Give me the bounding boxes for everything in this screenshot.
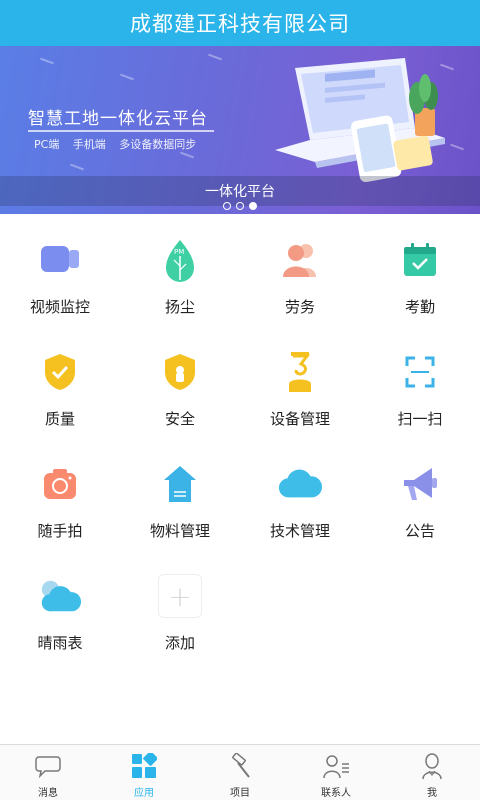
laptop-illustration-icon: [275, 58, 445, 183]
page-title: 成都建正科技有限公司: [130, 12, 350, 36]
tab-label: 项目: [230, 788, 250, 799]
banner-streak: [70, 163, 84, 171]
leaf-pm-icon: PM: [158, 238, 202, 282]
app-label: 劳务: [284, 298, 315, 316]
banner-headline: 智慧工地一体化云平台: [28, 109, 208, 129]
app-quality[interactable]: 质量: [0, 338, 120, 450]
apps-grid-icon: [130, 752, 158, 780]
carousel-dot-active[interactable]: [249, 202, 257, 210]
add-box: +: [158, 574, 202, 618]
carousel-indicator: [0, 202, 480, 210]
app-label: 公告: [404, 522, 435, 540]
app-weather[interactable]: 晴雨表: [0, 562, 120, 674]
plus-icon: +: [158, 574, 202, 618]
weather-icon: [38, 574, 82, 618]
app-label: 添加: [164, 634, 195, 652]
app-technical[interactable]: 技术管理: [240, 450, 360, 562]
megaphone-icon: [398, 462, 442, 506]
banner-caption: 一体化平台: [205, 184, 275, 200]
app-label: 扬尘: [164, 298, 195, 316]
banner-streak: [180, 151, 194, 159]
app-attendance[interactable]: 考勤: [360, 226, 480, 338]
carousel-dot[interactable]: [223, 202, 231, 210]
tab-projects[interactable]: 项目: [192, 745, 288, 800]
app-scan[interactable]: 扫一扫: [360, 338, 480, 450]
top-header: 成都建正科技有限公司: [0, 0, 480, 46]
tab-label: 联系人: [321, 788, 351, 799]
camera-icon: [38, 462, 82, 506]
banner-divider: [28, 130, 214, 132]
app-dust[interactable]: PM 扬尘: [120, 226, 240, 338]
app-safety[interactable]: 安全: [120, 338, 240, 450]
banner-streak: [40, 57, 54, 65]
tab-contacts[interactable]: 联系人: [288, 745, 384, 800]
app-label: 质量: [44, 410, 75, 428]
tab-apps[interactable]: 应用: [96, 745, 192, 800]
app-add[interactable]: + 添加: [120, 562, 240, 674]
contact-list-icon: [322, 752, 350, 780]
tab-label: 应用: [134, 788, 154, 799]
crane-hook-icon: [278, 350, 322, 394]
warehouse-icon: [158, 462, 202, 506]
app-snapshot[interactable]: 随手拍: [0, 450, 120, 562]
app-label: 技术管理: [269, 522, 330, 540]
banner-subline: PC端 手机端 多设备数据同步: [34, 138, 197, 151]
banner-streak: [208, 53, 222, 61]
bottom-tab-bar: 消息 应用 项目 联系人 我: [0, 744, 480, 800]
tab-label: 消息: [38, 788, 58, 799]
app-label: 物料管理: [149, 522, 210, 540]
shield-check-icon: [38, 350, 82, 394]
app-announcement[interactable]: 公告: [360, 450, 480, 562]
scan-icon: [398, 350, 442, 394]
people-icon: [278, 238, 322, 282]
chat-bubble-icon: [34, 752, 62, 780]
calendar-check-icon: [398, 238, 442, 282]
user-icon: [418, 752, 446, 780]
app-label: 安全: [164, 410, 195, 428]
app-labor[interactable]: 劳务: [240, 226, 360, 338]
tab-me[interactable]: 我: [384, 745, 480, 800]
app-equipment[interactable]: 设备管理: [240, 338, 360, 450]
app-label: 晴雨表: [37, 634, 83, 652]
cloud-icon: [278, 462, 322, 506]
shield-lock-icon: [158, 350, 202, 394]
app-label: 扫一扫: [397, 410, 443, 428]
hammer-icon: [226, 752, 254, 780]
app-label: 设备管理: [269, 410, 330, 428]
app-label: 考勤: [404, 298, 435, 316]
tab-label: 我: [427, 788, 437, 799]
banner-carousel[interactable]: 智慧工地一体化云平台 PC端 手机端 多设备数据同步 一体化平台: [0, 46, 480, 214]
app-material[interactable]: 物料管理: [120, 450, 240, 562]
app-video-monitor[interactable]: 视频监控: [0, 226, 120, 338]
video-camera-icon: [38, 238, 82, 282]
carousel-dot[interactable]: [236, 202, 244, 210]
tab-messages[interactable]: 消息: [0, 745, 96, 800]
app-label: 随手拍: [37, 522, 83, 540]
svg-text:PM: PM: [174, 248, 184, 256]
app-grid: 视频监控 PM 扬尘 劳务 考勤 质量 安全 设备管理 扫一扫 随手拍 物料管理…: [0, 226, 480, 674]
banner-streak: [120, 73, 134, 81]
app-label: 视频监控: [29, 298, 90, 316]
